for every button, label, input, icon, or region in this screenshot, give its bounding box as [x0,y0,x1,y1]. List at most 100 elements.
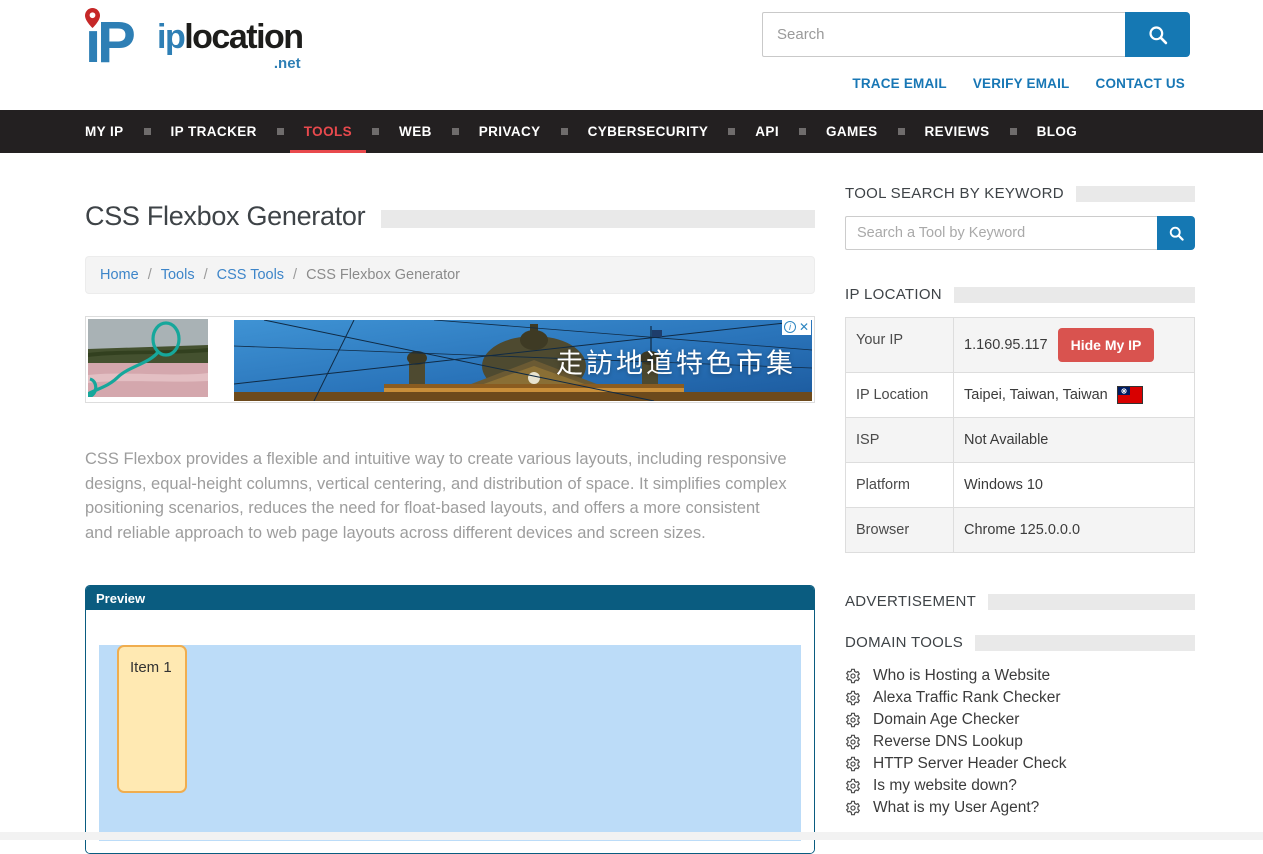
content-area: CSS Flexbox Generator Home / Tools / CSS… [85,153,1195,854]
tool-search-input[interactable] [845,216,1157,250]
nav-separator [728,128,735,135]
nav-item-web[interactable]: WEB [385,110,446,153]
main-column: CSS Flexbox Generator Home / Tools / CSS… [85,153,815,854]
site-search-input[interactable] [762,12,1125,57]
main-nav: MY IP IP TRACKER TOOLS WEB PRIVACY CYBER… [0,110,1263,153]
gear-icon [845,690,861,706]
ad-headline: 走訪地道特色市集 [556,341,796,380]
nav-item-my-ip[interactable]: MY IP [85,110,138,153]
domain-tools-heading: DOMAIN TOOLS [845,634,963,651]
taiwan-flag-icon [1118,387,1142,403]
nav-item-cybersecurity[interactable]: CYBERSECURITY [574,110,723,153]
logo-tld: .net [157,56,303,71]
nav-separator [144,128,151,135]
heading-decoration-bar [954,287,1195,303]
page-title-row: CSS Flexbox Generator [85,201,815,232]
tool-search [845,216,1195,250]
tool-search-button[interactable] [1157,216,1195,250]
ad-image-left [88,319,208,397]
domain-tool-domain-age[interactable]: Domain Age Checker [845,709,1195,731]
page-title: CSS Flexbox Generator [85,201,365,232]
heading-decoration-bar [988,594,1195,610]
ip-location-value: Taipei, Taiwan, Taiwan [964,387,1108,403]
preview-panel-header: Preview [86,586,814,610]
domain-tools-list: Who is Hosting a Website Alexa Traffic R… [845,665,1195,819]
ip-address-value: 1.160.95.117 [964,337,1048,353]
site-search-button[interactable] [1125,12,1190,57]
nav-separator [277,128,284,135]
gear-icon [845,778,861,794]
gear-icon [845,668,861,684]
flex-preview-container: Item 1 [99,645,801,841]
logo-wordmark: iplocation .net [157,20,303,71]
title-decoration-bar [381,210,815,228]
breadcrumb-css-tools[interactable]: CSS Tools [217,267,284,283]
domain-tool-http-header[interactable]: HTTP Server Header Check [845,753,1195,775]
nav-item-api[interactable]: API [741,110,793,153]
logo-mark: ıP [85,10,151,76]
heading-decoration-bar [975,635,1195,651]
table-row-ip-location: IP Location Taipei, Taiwan, Taiwan [846,373,1194,418]
ip-location-heading: IP LOCATION [845,286,942,303]
ad-close-icon[interactable]: ✕ [799,321,809,333]
table-row-browser: Browser Chrome 125.0.0.0 [846,508,1194,552]
heading-decoration-bar [1076,186,1195,202]
ad-corner-controls: i ✕ [782,319,811,335]
breadcrumb-current: CSS Flexbox Generator [306,267,460,283]
map-pin-icon [85,8,100,28]
gear-icon [845,756,861,772]
domain-tool-reverse-dns[interactable]: Reverse DNS Lookup [845,731,1195,753]
table-row-platform: Platform Windows 10 [846,463,1194,508]
sidebar: TOOL SEARCH BY KEYWORD IP LOCATION Your … [845,153,1195,854]
site-header: ıP iplocation .net TRACE EMAIL VERIFY EM… [0,0,1263,110]
ad-banner[interactable]: 走訪地道特色市集 i ✕ [85,316,815,403]
breadcrumb-separator: / [293,267,297,283]
main-nav-list: MY IP IP TRACKER TOOLS WEB PRIVACY CYBER… [85,110,1263,153]
table-row-your-ip: Your IP 1.160.95.117 Hide My IP [846,318,1194,373]
breadcrumb-separator: / [148,267,152,283]
gear-icon [845,734,861,750]
gear-icon [845,712,861,728]
breadcrumb-tools[interactable]: Tools [161,267,195,283]
contact-us-link[interactable]: CONTACT US [1096,76,1186,91]
trace-email-link[interactable]: TRACE EMAIL [852,76,946,91]
breadcrumb-separator: / [204,267,208,283]
breadcrumb-home[interactable]: Home [100,267,139,283]
tool-search-heading: TOOL SEARCH BY KEYWORD [845,185,1064,202]
domain-tool-hosting[interactable]: Who is Hosting a Website [845,665,1195,687]
hide-my-ip-button[interactable]: Hide My IP [1058,328,1155,362]
nav-separator [799,128,806,135]
nav-item-privacy[interactable]: PRIVACY [465,110,555,153]
domain-tool-user-agent[interactable]: What is my User Agent? [845,797,1195,819]
search-icon [1168,225,1185,242]
tool-search-heading-row: TOOL SEARCH BY KEYWORD [845,185,1195,202]
site-logo[interactable]: ıP iplocation .net [85,10,303,76]
nav-item-reviews[interactable]: REVIEWS [911,110,1004,153]
preview-panel: Preview Item 1 [85,585,815,854]
domain-tools-heading-row: DOMAIN TOOLS [845,634,1195,651]
flex-preview-item[interactable]: Item 1 [117,645,187,793]
logo-word-ip: ip [157,18,184,56]
gear-icon [845,800,861,816]
breadcrumb: Home / Tools / CSS Tools / CSS Flexbox G… [85,256,815,294]
footer-strip [0,832,1263,840]
domain-tool-alexa-rank[interactable]: Alexa Traffic Rank Checker [845,687,1195,709]
nav-item-blog[interactable]: BLOG [1023,110,1092,153]
tool-description: CSS Flexbox provides a flexible and intu… [85,447,791,545]
platform-value: Windows 10 [964,477,1043,493]
ad-image-right: 走訪地道特色市集 [234,320,812,401]
advertisement-heading: ADVERTISEMENT [845,593,976,610]
site-search [762,12,1190,57]
nav-item-ip-tracker[interactable]: IP TRACKER [157,110,271,153]
nav-item-games[interactable]: GAMES [812,110,892,153]
logo-word-location: location [184,18,302,56]
adchoices-icon[interactable]: i [784,321,796,333]
nav-item-tools[interactable]: TOOLS [290,110,366,153]
advertisement-heading-row: ADVERTISEMENT [845,593,1195,610]
domain-tool-website-down[interactable]: Is my website down? [845,775,1195,797]
ip-info-table: Your IP 1.160.95.117 Hide My IP IP Locat… [845,317,1195,553]
nav-separator [452,128,459,135]
preview-panel-body: Item 1 [86,610,814,853]
nav-separator [1010,128,1017,135]
verify-email-link[interactable]: VERIFY EMAIL [973,76,1070,91]
